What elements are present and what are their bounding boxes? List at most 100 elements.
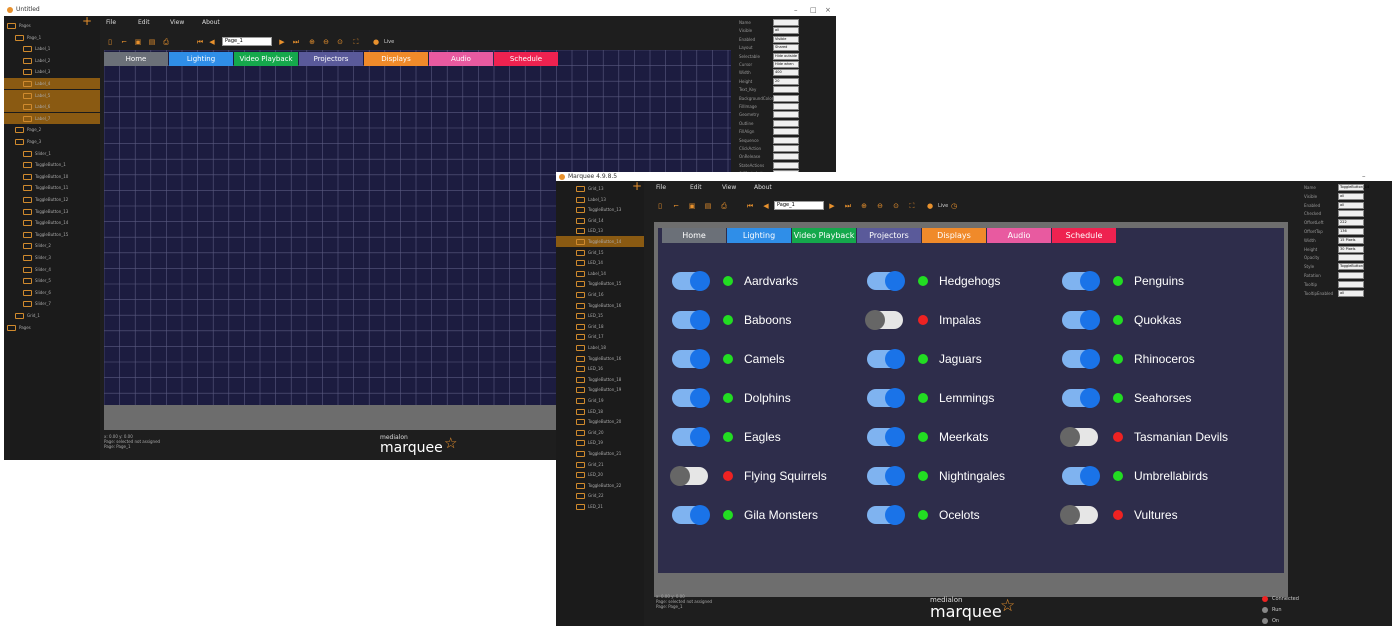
property-value[interactable]	[1338, 210, 1364, 218]
property-value[interactable]: all	[773, 27, 799, 35]
tree-item[interactable]: Grid_20	[556, 427, 644, 438]
device-toggle[interactable]	[672, 388, 710, 408]
menu-view[interactable]: View	[722, 184, 736, 191]
new-icon[interactable]: ▯	[106, 38, 114, 46]
menu-edit[interactable]: Edit	[138, 19, 150, 26]
maximize-icon[interactable]: □	[810, 4, 817, 16]
live-icon[interactable]: ●	[372, 38, 380, 46]
zoom-out-icon[interactable]: ⊖	[876, 202, 884, 210]
tab-audio[interactable]: Audio	[429, 52, 493, 66]
tab-projectors[interactable]: Projectors	[299, 52, 363, 66]
close-icon[interactable]: ×	[825, 4, 831, 16]
device-toggle[interactable]	[867, 271, 905, 291]
tree-item[interactable]: ToggleButton_13	[4, 206, 100, 217]
device-toggle[interactable]	[867, 427, 905, 447]
property-value[interactable]	[773, 136, 799, 144]
tab-video-playback[interactable]: Video Playback	[234, 52, 298, 66]
tree-item[interactable]: Label_6	[4, 101, 100, 113]
property-value[interactable]	[773, 145, 799, 152]
tree-item[interactable]: Slider_3	[4, 252, 100, 263]
tree-item[interactable]: ToggleButton_11	[4, 182, 100, 193]
menu-edit[interactable]: Edit	[690, 184, 702, 191]
device-toggle[interactable]	[1062, 388, 1100, 408]
device-toggle[interactable]	[1062, 466, 1100, 486]
property-value[interactable]: 400	[773, 69, 799, 77]
property-value[interactable]: Hide when	[773, 61, 799, 68]
property-value[interactable]: all	[1338, 192, 1364, 200]
property-value[interactable]	[773, 86, 799, 94]
tree-item[interactable]: Page_3	[4, 136, 100, 147]
tree-item[interactable]: Label_13	[556, 194, 644, 205]
property-value[interactable]: all	[1338, 201, 1364, 209]
device-toggle[interactable]	[867, 388, 905, 408]
tree-item[interactable]: Slider_6	[4, 287, 100, 298]
tab-home[interactable]: Home	[104, 52, 168, 66]
device-toggle[interactable]	[1062, 310, 1100, 330]
zoom-in-icon[interactable]: ⊕	[308, 38, 316, 46]
tree-item[interactable]: LED_20	[556, 469, 644, 480]
tab-displays[interactable]: Displays	[364, 52, 428, 66]
tab-schedule[interactable]: Schedule	[494, 52, 558, 66]
last-page-icon[interactable]: ⏭	[844, 202, 852, 210]
last-page-icon[interactable]: ⏭	[292, 38, 300, 46]
first-page-icon[interactable]: ⏮	[196, 38, 204, 46]
menu-about[interactable]: About	[202, 19, 220, 26]
tree-item[interactable]: Slider_5	[4, 275, 100, 286]
export-icon[interactable]: ⎙	[162, 38, 170, 46]
tree-item[interactable]: Slider_4	[4, 264, 100, 275]
clock-icon[interactable]: ◷	[950, 202, 958, 210]
device-toggle[interactable]	[867, 466, 905, 486]
new-icon[interactable]: ▯	[656, 202, 664, 210]
save-icon[interactable]: ▣	[134, 38, 142, 46]
property-value[interactable]	[1338, 254, 1364, 262]
property-value[interactable]	[773, 128, 799, 136]
tree-item[interactable]: Page_1	[4, 32, 100, 43]
device-toggle[interactable]	[672, 271, 710, 291]
menu-file[interactable]: File	[656, 184, 666, 191]
zoom-fit-icon[interactable]: ⊙	[336, 38, 344, 46]
open-icon[interactable]: ⌐	[120, 38, 128, 46]
tree-item[interactable]: Label_5	[4, 89, 100, 101]
tree-item[interactable]: LED_18	[556, 406, 644, 417]
tree-item[interactable]: LED_19	[556, 437, 644, 448]
save-icon[interactable]: ▣	[688, 202, 696, 210]
tree-item[interactable]: Label_1	[4, 43, 100, 54]
tree-item[interactable]: Label_4	[4, 78, 100, 89]
add-icon[interactable]: +	[632, 180, 642, 192]
device-toggle[interactable]	[867, 349, 905, 369]
tree-item[interactable]: ToggleButton_10	[4, 171, 100, 182]
tree-item[interactable]: ToggleButton_14	[556, 236, 644, 247]
property-value[interactable]	[773, 153, 799, 161]
property-value[interactable]	[773, 161, 799, 169]
device-toggle[interactable]	[867, 505, 905, 525]
tree-item[interactable]: ToggleButton_21	[556, 448, 644, 459]
property-value[interactable]: 15 Pixels	[1338, 236, 1364, 244]
property-value[interactable]: 136	[1338, 228, 1364, 235]
device-toggle[interactable]	[1060, 427, 1098, 447]
prev-page-icon[interactable]: ◀	[208, 38, 216, 46]
tree-item[interactable]: LED_14	[556, 257, 644, 268]
zoom-fit-icon[interactable]: ⊙	[892, 202, 900, 210]
device-toggle[interactable]	[1062, 349, 1100, 369]
page-select[interactable]: Page_1	[222, 37, 272, 46]
tree-item[interactable]: Grid_13	[556, 183, 644, 194]
tree-item[interactable]: Grid_14	[556, 215, 644, 226]
save-as-icon[interactable]: ▤	[704, 202, 712, 210]
fullscreen-icon[interactable]: ⛶	[352, 38, 360, 46]
page-select[interactable]: Page_1	[774, 201, 824, 210]
tree-item[interactable]: Label_3	[4, 66, 100, 77]
menu-about[interactable]: About	[754, 184, 772, 191]
tree-item[interactable]: LED_13	[556, 225, 644, 236]
property-value[interactable]	[773, 19, 799, 26]
device-toggle[interactable]	[1060, 505, 1098, 525]
tree-item[interactable]: Slider_2	[4, 240, 100, 251]
tree-item[interactable]: Label_2	[4, 55, 100, 66]
device-toggle[interactable]	[672, 349, 710, 369]
tree-item[interactable]: Label_14	[556, 268, 644, 279]
tree-item[interactable]: Label_18	[556, 342, 644, 353]
add-icon[interactable]: +	[82, 15, 92, 27]
tree-item[interactable]: Grid_18	[556, 321, 644, 332]
live-icon[interactable]: ●	[926, 202, 934, 210]
property-value[interactable]	[773, 103, 799, 110]
property-value[interactable]: Hide outside	[773, 52, 799, 60]
